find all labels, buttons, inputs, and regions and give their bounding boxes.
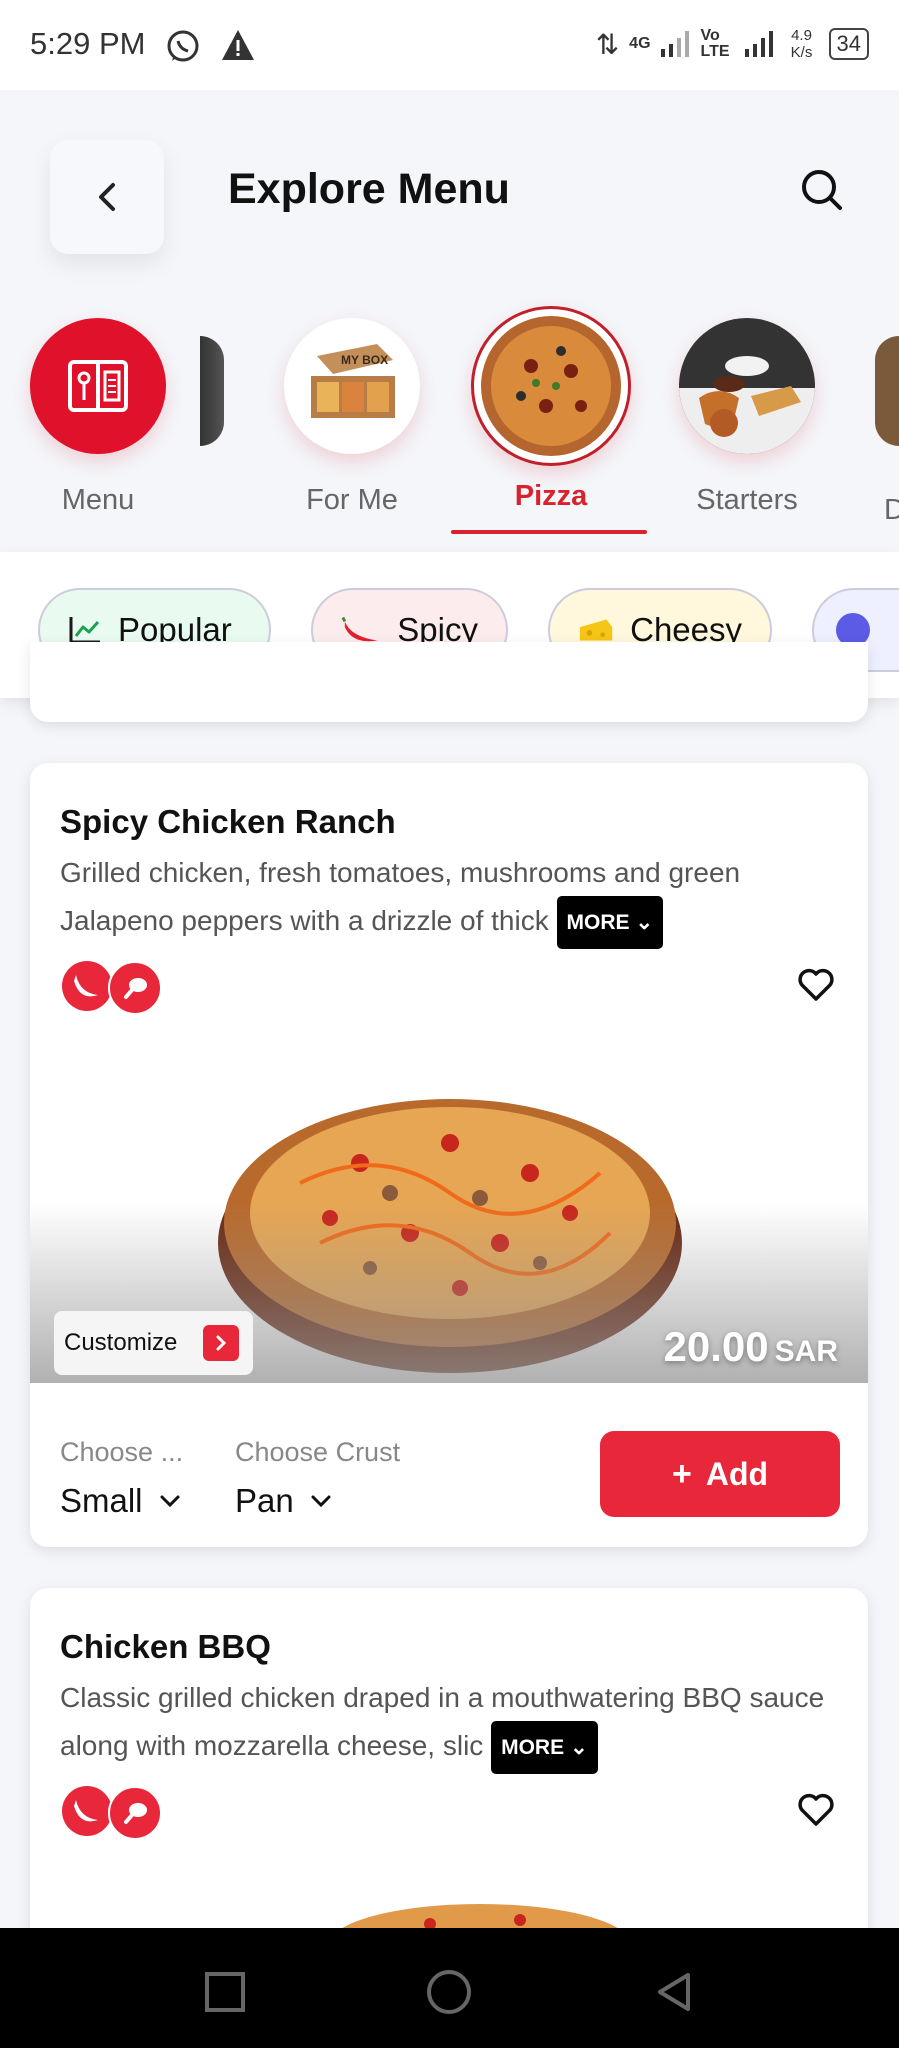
category-label: Menu (61, 484, 135, 516)
chevron-down-icon: ⌄ (570, 1736, 588, 1759)
chicken-tag-icon (108, 961, 162, 1015)
size-selector[interactable]: Choose ... Small (60, 1437, 183, 1520)
chevron-down-icon (160, 1495, 180, 1508)
page-title: Explore Menu (228, 165, 510, 213)
recent-apps-icon[interactable] (204, 1971, 246, 2013)
add-to-cart-button[interactable]: + Add (600, 1431, 840, 1517)
category-label: For Me (306, 484, 398, 516)
more-label: MORE (566, 911, 630, 934)
warning-icon (222, 30, 254, 60)
box-image: MY BOX (284, 318, 420, 454)
heart-icon[interactable] (796, 1790, 836, 1830)
status-right: ⇅ 4G Vo LTE 4.9 K/s 34 (596, 24, 869, 64)
product-card[interactable]: Spicy Chicken Ranch Grilled chicken, fre… (30, 763, 868, 1547)
signal-icon-1 (660, 31, 689, 57)
category-menu[interactable]: Menu (18, 318, 178, 517)
back-button[interactable] (50, 140, 164, 254)
crust-value: Pan (235, 1482, 294, 1519)
chevron-down-icon: ⌄ (635, 911, 654, 934)
network-4g: 4G (629, 35, 651, 52)
category-pizza[interactable]: Pizza (471, 306, 631, 513)
cheese-icon (579, 619, 613, 641)
category-partial-image (875, 336, 899, 446)
battery-icon: 34 (828, 28, 869, 60)
starters-image (679, 318, 815, 454)
product-card-previous[interactable] (30, 642, 868, 722)
product-price: 20.00 SAR (664, 1323, 838, 1371)
category-starters[interactable]: Starters (667, 318, 827, 517)
signal-icon-2 (744, 31, 773, 57)
customize-button[interactable]: Customize (54, 1311, 254, 1375)
size-value-row: Small (60, 1482, 183, 1520)
spicy-tag-icon (62, 1786, 112, 1836)
chicken-tag-icon (108, 1786, 162, 1840)
more-button[interactable]: MORE ⌄ (491, 1721, 598, 1774)
chevron-down-icon (311, 1495, 331, 1508)
product-description-text: Classic grilled chicken draped in a mout… (60, 1682, 825, 1761)
svg-text:MY BOX: MY BOX (341, 353, 388, 367)
product-name: Spicy Chicken Ranch (60, 803, 396, 840)
size-value: Small (60, 1482, 143, 1519)
plus-icon: + (671, 1454, 692, 1493)
data-arrows-icon: ⇅ (595, 28, 620, 60)
search-icon[interactable] (800, 168, 844, 212)
whatsapp-icon (167, 30, 199, 62)
chevron-left-icon (99, 183, 115, 211)
more-label: MORE (501, 1736, 565, 1759)
price-currency: SAR (774, 1335, 838, 1368)
menu-book-icon (30, 318, 166, 454)
network-speed: 4.9 K/s (790, 27, 813, 61)
crust-value-row: Pan (235, 1482, 400, 1520)
heart-icon[interactable] (796, 965, 836, 1005)
category-label: Pizza (514, 480, 588, 512)
category-partial-image (200, 336, 224, 446)
crust-label: Choose Crust (235, 1437, 401, 1467)
spicy-tag-icon (62, 961, 112, 1011)
status-time: 5:29 PM (30, 26, 146, 61)
active-category-underline (451, 530, 647, 534)
product-name: Chicken BBQ (60, 1628, 271, 1665)
crust-selector[interactable]: Choose Crust Pan (235, 1437, 400, 1520)
trending-chart-icon (69, 617, 100, 644)
home-icon[interactable] (425, 1968, 473, 2016)
status-bar: 5:29 PM ⇅ 4G Vo LTE 4.9 K/s 34 (0, 0, 899, 90)
chili-pepper-icon (341, 616, 378, 642)
pizza-image (471, 306, 631, 466)
customize-label: Customize (64, 1329, 178, 1356)
product-tags (62, 1786, 162, 1840)
add-label: Add (705, 1455, 769, 1492)
product-tags (62, 961, 162, 1015)
category-label: Starters (696, 484, 798, 516)
back-nav-icon[interactable] (652, 1970, 696, 2014)
chevron-right-icon (203, 1325, 240, 1361)
system-nav-bar (0, 1928, 899, 2048)
product-description: Grilled chicken, fresh tomatoes, mushroo… (60, 849, 840, 949)
price-amount: 20.00 (663, 1323, 769, 1370)
network-volte: Vo LTE (700, 27, 730, 60)
category-for-me[interactable]: MY BOX For Me (272, 318, 432, 517)
category-label-partial[interactable]: D (884, 494, 899, 527)
more-button[interactable]: MORE ⌄ (556, 896, 664, 949)
product-description: Classic grilled chicken draped in a mout… (60, 1674, 840, 1774)
size-label: Choose ... (60, 1437, 184, 1467)
